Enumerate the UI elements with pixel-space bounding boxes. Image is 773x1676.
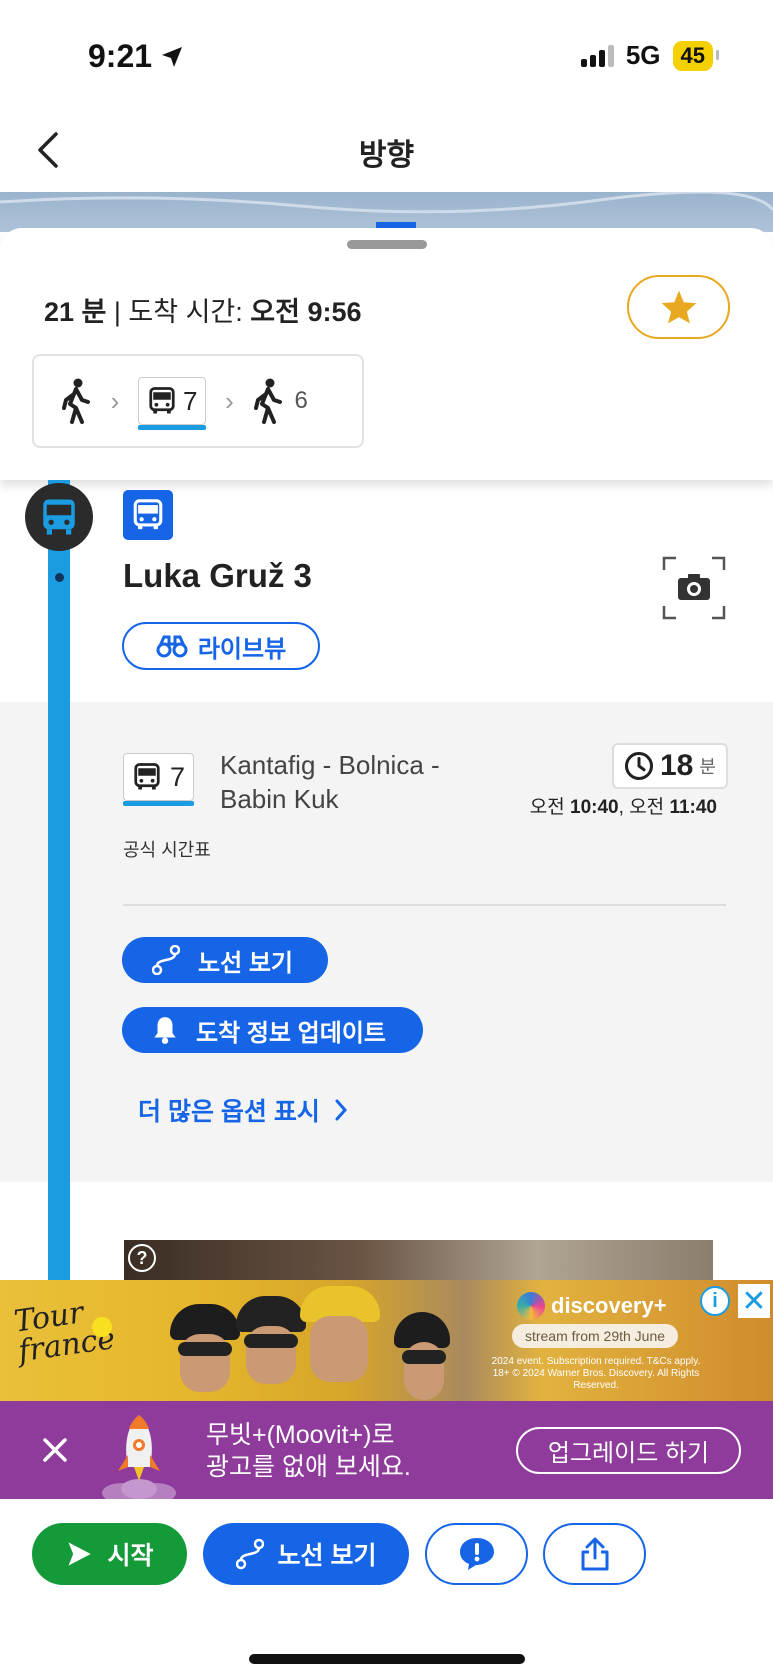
route-icon [235, 1538, 264, 1570]
nav-header: 방향 [0, 110, 773, 192]
panel-background [0, 702, 48, 1182]
start-label: 시작 [107, 1542, 154, 1570]
more-options-label: 더 많은 옵션 표시 [138, 1098, 320, 1126]
start-button[interactable]: 시작 [32, 1523, 187, 1585]
arrival-alert-button[interactable]: 도착 정보 업데이트 [122, 1007, 423, 1053]
tour-de-france-logo: Tour france [11, 1295, 118, 1370]
moovit-plus-promo: 무빗+(Moovit+)로 광고를 없애 보세요. 업그레이드 하기 [0, 1401, 773, 1499]
trip-duration: 21 분 [44, 297, 107, 327]
arrival-alert-label: 도착 정보 업데이트 [196, 1019, 386, 1047]
content-image[interactable] [124, 1240, 713, 1280]
share-button[interactable] [543, 1523, 646, 1585]
next-time-1: 10:40 [570, 797, 619, 818]
trip-summary: 21 분 | 도착 시간: 오전 9:56 [44, 297, 362, 327]
binoculars-icon [156, 635, 188, 658]
home-indicator[interactable] [249, 1654, 525, 1664]
share-icon [581, 1537, 608, 1571]
line-color-bar [138, 425, 207, 430]
more-options-link[interactable]: 더 많은 옵션 표시 [138, 1092, 348, 1128]
eta-unit: 분 [699, 757, 716, 777]
star-icon [661, 290, 696, 324]
bell-icon [154, 1017, 176, 1044]
view-route-button[interactable]: 노선 보기 [122, 937, 328, 983]
upgrade-button[interactable]: 업그레이드 하기 [516, 1427, 741, 1474]
view-route-label: 노선 보기 [198, 949, 293, 977]
bus-line-chip: 7 [138, 377, 207, 430]
report-button[interactable] [425, 1523, 528, 1585]
play-arrow-icon [68, 1542, 92, 1566]
rocket-icon [102, 1415, 176, 1499]
bus-stop-marker [25, 483, 93, 551]
divider [123, 904, 726, 906]
battery-icon: 45 [672, 40, 720, 71]
next-time-2: 11:40 [669, 797, 717, 818]
bus-icon [133, 499, 163, 530]
map-roads [0, 192, 773, 232]
transit-mode-badge [123, 490, 173, 540]
ad-banner[interactable]: Tour france discovery+ stream from 29th … [0, 1280, 773, 1401]
route-view-button[interactable]: 노선 보기 [203, 1523, 409, 1585]
eta-minutes: 18 [660, 749, 694, 782]
help-icon[interactable]: ? [128, 1244, 156, 1272]
report-icon [459, 1538, 494, 1570]
route-summary-card: 21 분 | 도착 시간: 오전 9:56 › 7 › 6 [0, 228, 773, 480]
discovery-logo: discovery+ [517, 1292, 667, 1320]
discovery-icon [517, 1292, 545, 1320]
route-view-label: 노선 보기 [277, 1542, 377, 1570]
network-type: 5G [625, 40, 661, 70]
drag-handle[interactable] [347, 240, 427, 249]
official-timetable-label: 공식 시간표 [123, 840, 211, 860]
walk-icon [254, 378, 283, 424]
bus-line-number: 7 [183, 385, 198, 416]
bus-icon [134, 763, 160, 790]
arrival-time: 오전 9:56 [250, 297, 362, 327]
line-color-bar [123, 801, 195, 806]
bus-icon [43, 499, 75, 535]
ad-info-icon[interactable]: i [700, 1286, 730, 1316]
liveview-button[interactable]: 라이브뷰 [122, 622, 320, 670]
route-steps[interactable]: › 7 › 6 [32, 354, 364, 448]
promo-message: 무빗+(Moovit+)로 광고를 없애 보세요. [206, 1421, 411, 1481]
ad-cta: stream from 29th June [512, 1324, 678, 1348]
camera-icon [662, 556, 726, 620]
chevron-right-icon: › [110, 385, 120, 416]
cyclist-image [390, 1306, 454, 1401]
map-view[interactable] [0, 192, 773, 232]
promo-close-button[interactable] [38, 1433, 72, 1467]
camera-button[interactable] [662, 556, 726, 620]
bus-icon [149, 387, 175, 414]
ad-fine-print: 2024 event. Subscription required. T&Cs … [491, 1356, 701, 1391]
clock-icon [625, 752, 653, 780]
logo-sun-icon [92, 1317, 112, 1337]
status-time: 9:21 [88, 38, 184, 75]
line-number: 7 [170, 761, 186, 792]
chevron-right-icon [335, 1099, 347, 1121]
eta-badge: 18 분 [612, 743, 728, 789]
cyclist-image [296, 1280, 384, 1390]
status-indicators: 5G 45 [580, 40, 720, 71]
clock-text: 9:21 [88, 38, 153, 74]
location-arrow-icon [162, 46, 183, 67]
route-timeline [48, 480, 70, 1280]
status-bar: 9:21 5G 45 [0, 0, 773, 110]
line-destination: Kantafig - Bolnica - Babin Kuk [220, 750, 440, 814]
page-title: 방향 [358, 139, 415, 172]
liveview-label: 라이브뷰 [197, 635, 287, 663]
favorite-button[interactable] [627, 275, 730, 339]
walk-minutes: 6 [294, 387, 308, 414]
chevron-right-icon: › [225, 385, 234, 416]
cellular-signal-icon [580, 44, 614, 67]
walk-icon [62, 378, 90, 424]
route-icon [152, 945, 180, 975]
next-departures: 오전 10:40, 오전 11:40 [529, 797, 717, 818]
arrival-label: 도착 시간: [128, 297, 251, 327]
bottom-toolbar: 시작 노선 보기 [0, 1499, 773, 1676]
close-icon [43, 1438, 67, 1462]
stop-dot [48, 566, 70, 588]
ad-close-icon[interactable]: ✕ [738, 1284, 770, 1318]
stop-name: Luka Gruž 3 [123, 557, 312, 594]
line-badge: 7 [123, 753, 195, 806]
